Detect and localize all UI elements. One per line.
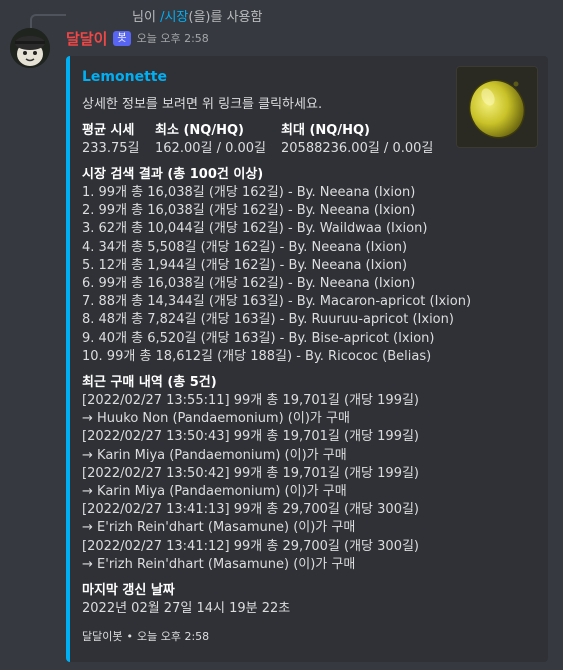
history-buyer: → E'rizh Rein'dhart (Masamune) (이)가 구매 [82, 520, 356, 536]
last-updated-title: 마지막 갱신 날짜 [82, 583, 175, 599]
history-buyer: → Huuko Non (Pandaemonium) (이)가 구매 [82, 411, 350, 427]
market-results-field: 시장 검색 결과 (총 100건 이상) 1. 99개 총 16,038길 (개… [82, 166, 532, 366]
field-name: 평균 시세 [82, 123, 135, 138]
field-value: 162.00길 / 0.00길 [155, 141, 266, 156]
market-listing: 1. 99개 총 16,038길 (개당 162길) - By. Neeana … [82, 185, 416, 200]
market-listing: 9. 40개 총 6,520길 (개당 163길) - By. Bise-apr… [82, 330, 435, 346]
market-listing: 5. 12개 총 1,944길 (개당 162길) - By. Neeana (… [82, 257, 408, 273]
slash-command-link[interactable]: /시장 [160, 10, 188, 25]
embed-footer: 달달이봇 • 오늘 오후 2:58 [82, 628, 532, 644]
embed-card: Lemonette 상세한 정보를 보려면 위 링크를 클릭하세요. 평균 시세… [66, 56, 548, 662]
footer-separator: • [126, 629, 133, 643]
purchase-history-title: 최근 구매 내역 (총 5건) [82, 375, 217, 391]
history-entry: [2022/02/27 13:50:42] 99개 총 19,701길 (개당 … [82, 465, 419, 481]
field-name: 최소 (NQ/HQ) [155, 123, 244, 138]
market-listing: 8. 48개 총 7,824길 (개당 163길) - By. Ruuruu-a… [82, 312, 454, 328]
market-listing: 7. 88개 총 14,344길 (개당 163길) - By. Macaron… [82, 294, 472, 310]
market-results-title: 시장 검색 결과 (총 100건 이상) [82, 167, 264, 182]
history-buyer: → E'rizh Rein'dhart (Masamune) (이)가 구매 [82, 556, 356, 572]
reply-suffix: (을)를 사용함 [188, 10, 263, 25]
history-buyer: → Karin Miya (Pandaemonium) (이)가 구매 [82, 447, 347, 463]
avatar-image [10, 28, 50, 68]
history-entry: [2022/02/27 13:41:12] 99개 총 29,700길 (개당 … [82, 538, 419, 554]
market-listing: 6. 99개 총 16,038길 (개당 162길) - By. Neeana … [82, 276, 416, 292]
reply-context[interactable]: 님이 /시장(을)를 사용함 [132, 6, 262, 25]
history-entry: [2022/02/27 13:50:43] 99개 총 19,701길 (개당 … [82, 429, 419, 445]
market-listing: 10. 99개 총 18,612길 (개당 188길) - By. Ricoco… [82, 348, 432, 364]
history-buyer: → Karin Miya (Pandaemonium) (이)가 구매 [82, 484, 347, 500]
message-header: 달달이 봇 오늘 오후 2:58 [66, 28, 209, 48]
embed-thumbnail[interactable] [456, 66, 538, 148]
footer-timestamp: 오늘 오후 2:58 [136, 630, 210, 644]
last-updated-value: 2022년 02월 27일 14시 19분 22초 [82, 601, 291, 617]
message-timestamp[interactable]: 오늘 오후 2:58 [137, 30, 209, 46]
history-entry: [2022/02/27 13:41:13] 99개 총 29,700길 (개당 … [82, 502, 419, 518]
market-listing: 3. 62개 총 10,044길 (개당 162길) - By. Waildwa… [82, 221, 428, 237]
field-average-price: 평균 시세 233.75길 [82, 122, 155, 158]
field-min-price: 최소 (NQ/HQ) 162.00길 / 0.00길 [155, 122, 281, 158]
username[interactable]: 달달이 [66, 28, 107, 49]
reply-connector [30, 14, 66, 28]
field-value: 20588236.00길 / 0.00길 [281, 141, 434, 156]
lemon-icon [457, 67, 537, 147]
field-max-price: 최대 (NQ/HQ) 20588236.00길 / 0.00길 [281, 122, 433, 158]
avatar[interactable] [10, 28, 50, 68]
purchase-history-field: 최근 구매 내역 (총 5건) [2022/02/27 13:55:11] 99… [82, 374, 532, 574]
field-name: 최대 (NQ/HQ) [281, 123, 370, 138]
field-value: 233.75길 [82, 141, 140, 156]
market-listing: 2. 99개 총 16,038길 (개당 162길) - By. Neeana … [82, 203, 416, 219]
market-listing: 4. 34개 총 5,508길 (개당 162길) - By. Neeana (… [82, 239, 408, 255]
last-updated-field: 마지막 갱신 날짜 2022년 02월 27일 14시 19분 22초 [82, 582, 532, 618]
reply-prefix: 님이 [132, 10, 161, 25]
bot-tag: 봇 [113, 30, 131, 46]
footer-text: 달달이봇 [82, 630, 123, 644]
history-entry: [2022/02/27 13:55:11] 99개 총 19,701길 (개당 … [82, 393, 419, 409]
